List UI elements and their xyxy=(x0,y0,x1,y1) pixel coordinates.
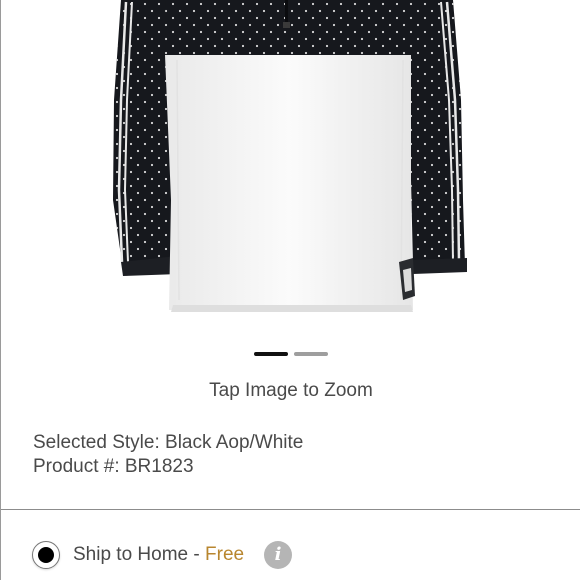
style-info: Selected Style: Black Aop/White Product … xyxy=(33,431,303,479)
radio-selected-dot xyxy=(38,547,54,563)
jacket-illustration xyxy=(113,0,467,312)
carousel-dot-1[interactable] xyxy=(254,352,288,356)
section-divider xyxy=(1,509,580,510)
ship-to-home-radio[interactable] xyxy=(32,541,60,569)
zoom-hint: Tap Image to Zoom xyxy=(209,380,373,401)
ship-option-label: Ship to Home xyxy=(73,544,189,565)
product-detail-page: Tap Image to Zoom Selected Style: Black … xyxy=(0,0,580,580)
product-image[interactable] xyxy=(1,0,580,330)
selected-style-text: Selected Style: Black Aop/White xyxy=(33,432,304,453)
carousel-indicator xyxy=(1,352,580,358)
info-icon[interactable]: i xyxy=(264,541,293,569)
product-number-text: Product #: BR1823 xyxy=(33,456,194,477)
ship-to-home-option[interactable]: Ship to Home - Free i xyxy=(32,540,293,570)
ship-option-text: Ship to Home - Free xyxy=(73,544,244,566)
ship-option-separator: - xyxy=(188,544,206,565)
carousel-dot-2[interactable] xyxy=(294,352,328,356)
ship-option-price: Free xyxy=(205,544,245,565)
